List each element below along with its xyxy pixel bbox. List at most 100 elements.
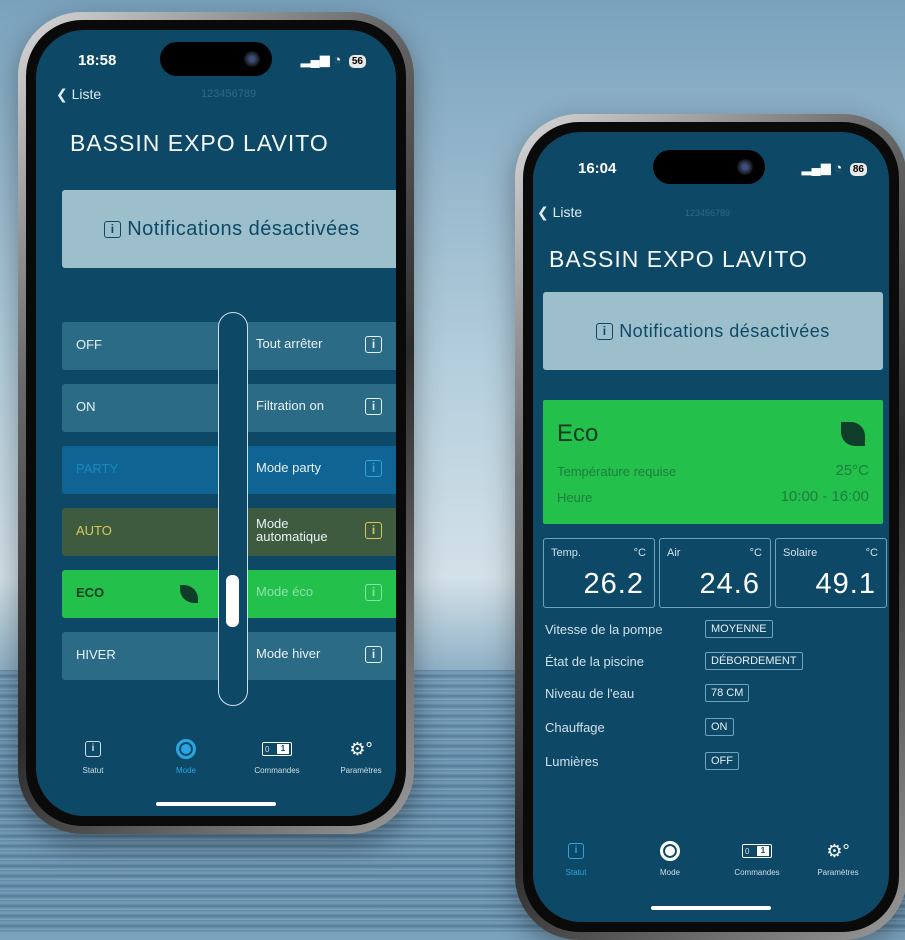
tab-statut[interactable]: i Statut	[58, 738, 128, 775]
tab-commandes[interactable]: 01 Commandes	[722, 840, 792, 877]
notification-banner[interactable]: i Notifications désactivées	[543, 292, 883, 370]
info-icon[interactable]: i	[365, 460, 382, 477]
notification-banner[interactable]: i Notifications désactivées	[62, 190, 396, 268]
temp-required-value: 25°C	[835, 462, 869, 479]
eco-status-card[interactable]: Eco Température requise 25°C Heure 10:00…	[543, 400, 883, 524]
info-icon[interactable]: i	[365, 398, 382, 415]
mode-name: ON	[76, 399, 96, 414]
mode-desc: Mode automatique	[256, 516, 328, 544]
tab-parametres[interactable]: ⚙° Paramètres	[803, 840, 873, 877]
status-time: 18:58	[78, 52, 117, 69]
tab-label: Commandes	[254, 766, 300, 775]
serial-number: 123456789	[201, 88, 257, 100]
camera-icon	[244, 51, 260, 67]
info-icon: i	[104, 220, 122, 238]
reading-value: 26.2	[583, 568, 644, 600]
status-value: 78 CM	[705, 684, 750, 702]
status-time: 16:04	[578, 160, 617, 177]
toggle-icon: 01	[262, 742, 292, 756]
mode-desc: Tout arrêter	[256, 336, 323, 351]
status-value: ON	[705, 718, 734, 736]
back-label: Liste	[71, 86, 102, 102]
leaf-icon	[841, 422, 865, 446]
back-label: Liste	[552, 204, 583, 220]
serial-number: 123456789	[685, 208, 731, 218]
status-label: Lumières	[545, 754, 599, 769]
tab-mode[interactable]: Mode	[635, 840, 705, 877]
wifi-icon: ◔	[333, 52, 342, 67]
left-screen: 18:58 ▂▄▆ ◔ 56 ❮ Liste 123456789 BASSIN …	[36, 30, 396, 816]
mode-name: PARTY	[76, 461, 119, 476]
notification-text: Notifications désactivées	[619, 320, 830, 341]
page-title: BASSIN EXPO LAVITO	[70, 130, 329, 156]
hour-label: Heure	[557, 490, 593, 505]
mode-circle-icon	[660, 841, 680, 861]
tab-label: Statut	[565, 868, 587, 877]
page-title: BASSIN EXPO LAVITO	[549, 246, 808, 272]
hour-value: 10:00 - 16:00	[780, 488, 869, 505]
home-indicator[interactable]	[651, 906, 771, 910]
chevron-left-icon: ❮	[537, 204, 549, 220]
home-indicator[interactable]	[156, 802, 276, 806]
info-icon[interactable]: i	[365, 646, 382, 663]
chevron-left-icon: ❮	[56, 86, 68, 102]
reading-label: Air	[667, 547, 681, 559]
notification-text: Notifications désactivées	[127, 217, 360, 240]
camera-icon	[737, 159, 753, 175]
left-phone: 18:58 ▂▄▆ ◔ 56 ❮ Liste 123456789 BASSIN …	[18, 12, 414, 834]
tab-label: Mode	[175, 766, 196, 775]
info-icon[interactable]: i	[365, 584, 382, 601]
mode-desc: Mode party	[256, 460, 322, 475]
reading-value: 24.6	[699, 568, 760, 600]
mode-name: ECO	[76, 585, 105, 600]
reading-unit: °C	[633, 547, 646, 559]
leaf-icon	[180, 585, 198, 603]
mode-slider[interactable]	[218, 312, 248, 706]
dynamic-island	[653, 150, 765, 184]
tab-label: Paramètres	[340, 766, 382, 775]
tab-label: Mode	[659, 868, 680, 877]
tab-parametres[interactable]: ⚙° Paramètres	[326, 738, 396, 775]
status-label: État de la piscine	[545, 654, 645, 669]
back-button[interactable]: ❮ Liste	[56, 86, 101, 103]
gear-icon: ⚙°	[826, 841, 850, 861]
status-value: OFF	[705, 752, 739, 770]
tab-label: Statut	[82, 766, 104, 775]
reading-unit: °C	[749, 547, 762, 559]
mode-desc: Mode hiver	[256, 646, 321, 661]
battery-icon: 56	[348, 55, 366, 68]
status-label: Niveau de l'eau	[545, 686, 635, 701]
toggle-icon: 01	[742, 844, 772, 858]
status-value: MOYENNE	[705, 620, 773, 638]
info-icon[interactable]: i	[365, 336, 382, 353]
reading-air: Air °C 24.6	[659, 538, 771, 608]
info-icon[interactable]: i	[365, 522, 382, 539]
slider-handle[interactable]	[226, 575, 239, 627]
info-icon: i	[596, 322, 614, 340]
back-button[interactable]: ❮ Liste	[537, 204, 582, 221]
signal-icon: ▂▄▆	[801, 160, 831, 175]
mode-name: OFF	[76, 337, 102, 352]
status-label: Chauffage	[545, 720, 605, 735]
status-label: Vitesse de la pompe	[545, 622, 663, 637]
reading-label: Solaire	[783, 547, 818, 559]
tab-statut[interactable]: i Statut	[541, 840, 611, 877]
status-icons: ▂▄▆ ◔ 56	[301, 52, 366, 68]
signal-icon: ▂▄▆	[300, 52, 330, 67]
info-icon: i	[568, 843, 584, 859]
right-screen: 16:04 ▂▄▆ ◔ 86 ❮ Liste 123456789 BASSIN …	[533, 132, 889, 922]
reading-value: 49.1	[815, 568, 876, 600]
mode-desc: Mode éco	[256, 584, 314, 599]
tab-mode[interactable]: Mode	[151, 738, 221, 775]
battery-icon: 86	[849, 163, 867, 176]
mode-desc: Filtration on	[256, 398, 324, 413]
reading-label: Temp.	[551, 547, 581, 559]
tab-commandes[interactable]: 01 Commandes	[242, 738, 312, 775]
wifi-icon: ◔	[834, 160, 843, 175]
temp-required-label: Température requise	[557, 464, 677, 479]
gear-icon: ⚙°	[349, 739, 373, 759]
status-value: DÉBORDEMENT	[705, 652, 803, 670]
mode-name: AUTO	[76, 523, 112, 538]
tab-label: Paramètres	[817, 868, 859, 877]
right-phone: 16:04 ▂▄▆ ◔ 86 ❮ Liste 123456789 BASSIN …	[515, 114, 905, 940]
